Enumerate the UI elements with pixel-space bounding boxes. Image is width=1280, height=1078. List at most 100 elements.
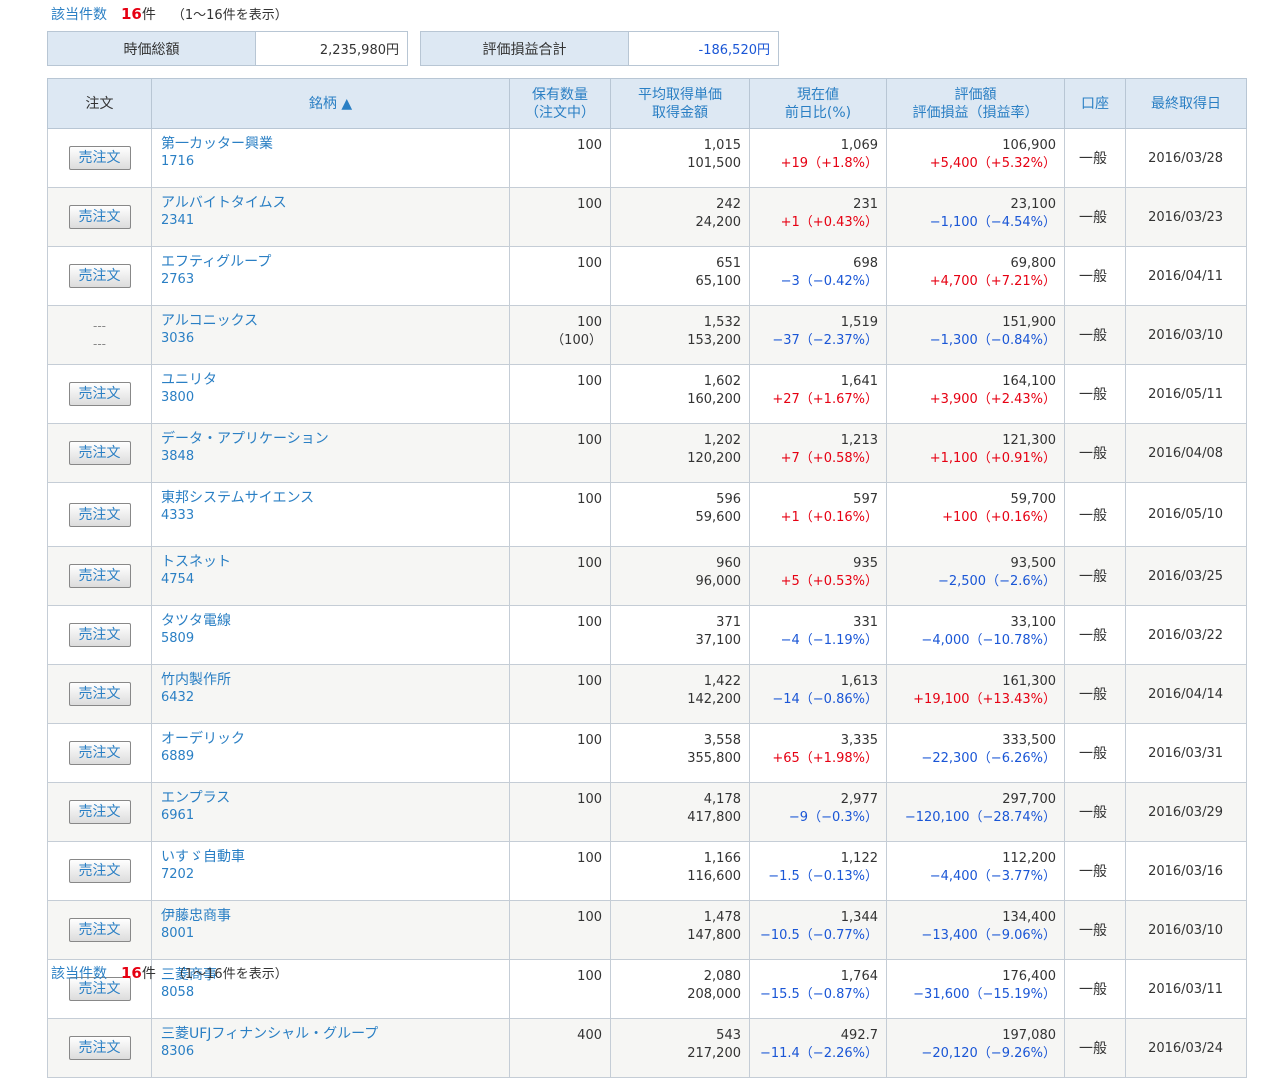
stock-name-link[interactable]: アルバイトタイムス <box>161 194 509 212</box>
valuation-cell: 164,100 +3,900（+2.43%） <box>886 364 1065 424</box>
stock-code-link[interactable]: 8306 <box>161 1043 509 1061</box>
sell-order-button[interactable]: 売注文 <box>68 682 131 706</box>
last-acquired-date: 2016/03/10 <box>1125 305 1247 365</box>
header-name-sort[interactable]: 銘柄 ▲ <box>151 78 510 129</box>
stock-name-link[interactable]: オーデリック <box>161 730 509 748</box>
avg-cell: 1,532 153,200 <box>610 305 750 365</box>
stock-name-link[interactable]: アルコニックス <box>161 312 509 330</box>
valuation-cell: 134,400 −13,400（−9.06%） <box>886 900 1065 960</box>
valuation-value: 121,300 <box>1002 433 1056 448</box>
table-row: 売注文 アルバイトタイムス 2341 100 242 24,200 231 +1（+0.43%… <box>47 187 1247 247</box>
stock-code-link[interactable]: 1716 <box>161 153 509 171</box>
sell-order-button[interactable]: 売注文 <box>68 205 131 229</box>
stock-name-link[interactable]: ユニリタ <box>161 371 509 389</box>
sell-order-button[interactable]: 売注文 <box>68 1036 131 1060</box>
last-acquired-date: 2016/05/11 <box>1125 364 1247 424</box>
stock-name-link[interactable]: 東邦システムサイエンス <box>161 489 509 507</box>
stock-name-link[interactable]: いすゞ自動車 <box>161 848 509 866</box>
valuation-value: 69,800 <box>1010 256 1057 271</box>
sell-order-button[interactable]: 売注文 <box>68 623 131 647</box>
header-account[interactable]: 口座 <box>1064 78 1126 129</box>
header-price[interactable]: 現在値 前日比(%) <box>749 78 887 129</box>
price-change-value: +7（+0.58%） <box>780 451 878 466</box>
last-acquired-date: 2016/03/25 <box>1125 546 1247 606</box>
stock-code-link[interactable]: 4333 <box>161 507 509 525</box>
market-value: 2,235,980円 <box>319 43 399 58</box>
stock-code-link[interactable]: 2763 <box>161 271 509 289</box>
price-change-value: +19（+1.8%） <box>780 156 878 171</box>
sell-order-button[interactable]: 売注文 <box>68 918 131 942</box>
sell-order-button[interactable]: 売注文 <box>68 800 131 824</box>
stock-name-link[interactable]: データ・アプリケーション <box>161 430 509 448</box>
avg-price-value: 1,602 <box>703 374 741 389</box>
valuation-cell: 112,200 −4,400（−3.77%） <box>886 841 1065 901</box>
stock-name-link[interactable]: 竹内製作所 <box>161 671 509 689</box>
qty-cell: 100 <box>509 187 611 247</box>
stock-code-link[interactable]: 8001 <box>161 925 509 943</box>
header-avg[interactable]: 平均取得単価 取得金額 <box>610 78 750 129</box>
stock-name-link[interactable]: 伊藤忠商事 <box>161 907 509 925</box>
sell-order-button[interactable]: 売注文 <box>68 502 131 527</box>
last-acquired-date: 2016/03/10 <box>1125 900 1247 960</box>
price-cell: 597 +1（+0.16%） <box>749 482 887 547</box>
qty-cell: 100 <box>509 423 611 483</box>
result-count-top: 該当件数 16件 （1～16件を表示） <box>51 4 288 24</box>
stock-cell: エフティグループ 2763 <box>151 246 510 306</box>
stock-name-link[interactable]: 三菱UFJフィナンシャル・グループ <box>161 1025 509 1043</box>
qty-value: 100 <box>577 851 602 866</box>
last-acquired-date: 2016/05/10 <box>1125 482 1247 547</box>
stock-code-link[interactable]: 6961 <box>161 807 509 825</box>
sell-order-button[interactable]: 売注文 <box>68 564 131 588</box>
sell-order-button[interactable]: 売注文 <box>68 382 131 406</box>
sell-order-button[interactable]: 売注文 <box>68 441 131 465</box>
stock-cell: 竹内製作所 6432 <box>151 664 510 724</box>
stock-name-link[interactable]: エフティグループ <box>161 253 509 271</box>
stock-code-link[interactable]: 3848 <box>161 448 509 466</box>
valuation-cell: 333,500 −22,300（−6.26%） <box>886 723 1065 783</box>
header-date[interactable]: 最終取得日 <box>1125 78 1247 129</box>
valuation-value: 112,200 <box>1002 851 1056 866</box>
current-price-value: 3,335 <box>840 733 878 748</box>
price-cell: 698 −3（−0.42%） <box>749 246 887 306</box>
stock-code-link[interactable]: 6432 <box>161 689 509 707</box>
sell-order-button[interactable]: 売注文 <box>68 741 131 765</box>
qty-cell: 100 （100） <box>509 305 611 365</box>
stock-code-link[interactable]: 4754 <box>161 571 509 589</box>
stock-code-link[interactable]: 5809 <box>161 630 509 648</box>
stock-code-link[interactable]: 2341 <box>161 212 509 230</box>
stock-code-link[interactable]: 3036 <box>161 330 509 348</box>
count-unit: 件 <box>141 966 156 982</box>
header-qty-line1: 保有数量 <box>532 86 588 103</box>
sell-order-button[interactable]: 売注文 <box>68 264 131 288</box>
stock-code-link[interactable]: 3800 <box>161 389 509 407</box>
stock-code-link[interactable]: 7202 <box>161 866 509 884</box>
sell-order-button[interactable]: 売注文 <box>68 859 131 883</box>
table-row: 売注文 タツタ電線 5809 100 371 37,100 331 −4（−1.19%） 33,… <box>47 605 1247 665</box>
pl-value: −4,400（−3.77%） <box>929 869 1056 884</box>
order-unavailable: --- <box>93 319 106 333</box>
header-value[interactable]: 評価額 評価損益（損益率） <box>886 78 1065 129</box>
price-cell: 1,069 +19（+1.8%） <box>749 128 887 188</box>
avg-price-value: 651 <box>716 256 741 271</box>
last-acquired-date: 2016/03/16 <box>1125 841 1247 901</box>
stock-cell: 三菱UFJフィナンシャル・グループ 8306 <box>151 1018 510 1078</box>
stock-name-link[interactable]: 第一カッター興業 <box>161 135 509 153</box>
valuation-value: 176,400 <box>1002 969 1056 984</box>
stock-name-link[interactable]: トスネット <box>161 553 509 571</box>
qty-cell: 100 <box>509 664 611 724</box>
stock-name-link[interactable]: タツタ電線 <box>161 612 509 630</box>
stock-code-link[interactable]: 8058 <box>161 984 509 1002</box>
price-change-value: +1（+0.16%） <box>780 510 878 525</box>
qty-value: 100 <box>577 433 602 448</box>
count-unit: 件 <box>141 7 156 23</box>
order-cell: 売注文 <box>47 723 152 783</box>
header-value-line2: 評価損益（損益率） <box>912 104 1039 121</box>
table-row: 売注文 伊藤忠商事 8001 100 1,478 147,800 1,344 −10.5（−0… <box>47 900 1247 960</box>
cost-value: 217,200 <box>687 1046 741 1061</box>
sell-order-button[interactable]: 売注文 <box>68 146 131 170</box>
qty-value: 100 <box>577 197 602 212</box>
stock-name-link[interactable]: エンプラス <box>161 789 509 807</box>
account-type: 一般 <box>1064 605 1126 665</box>
stock-code-link[interactable]: 6889 <box>161 748 509 766</box>
header-qty[interactable]: 保有数量 （注文中） <box>509 78 611 129</box>
